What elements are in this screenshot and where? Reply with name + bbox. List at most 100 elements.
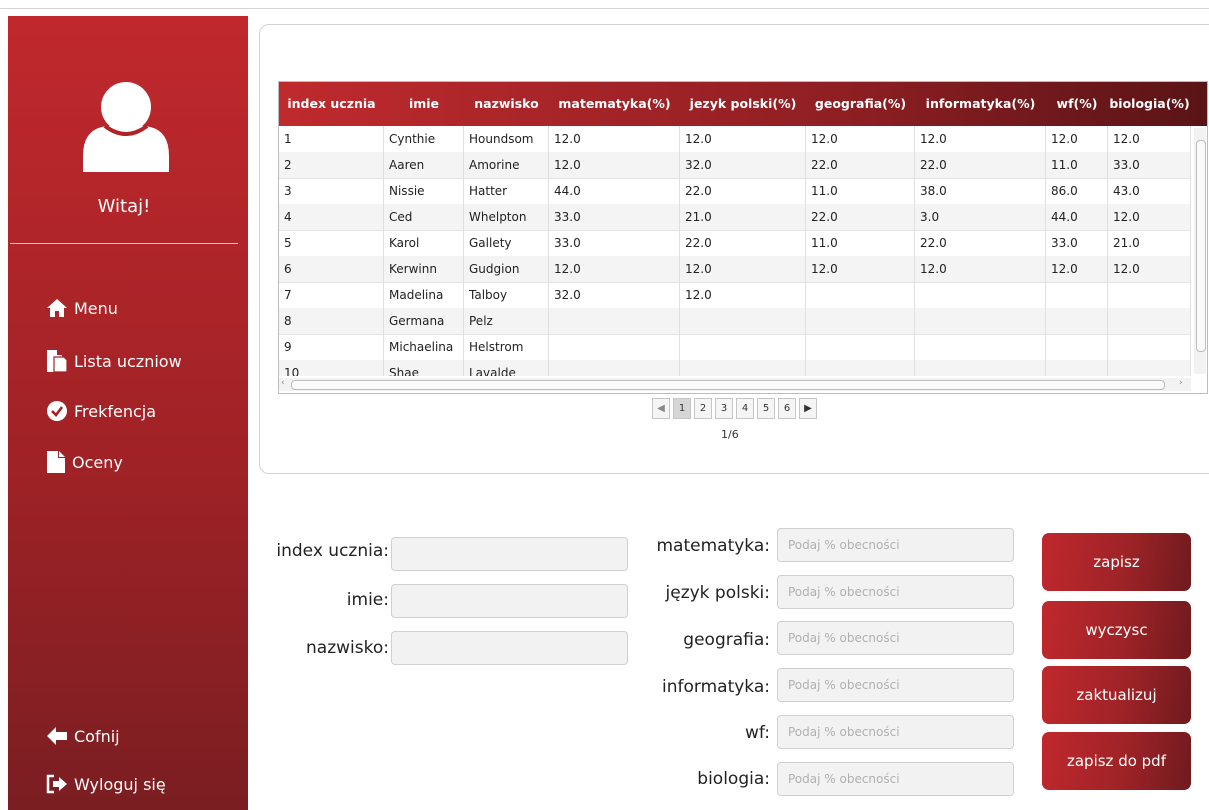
table-cell: 12.0 [680,282,806,308]
informatics-field[interactable] [777,668,1014,702]
page-button[interactable]: 5 [757,398,775,419]
column-header[interactable]: geografia(%) [806,82,915,126]
table-cell: 2 [279,152,384,178]
sidebar-divider [10,243,238,244]
table-row[interactable]: 7 Madelina Talboy 32.0 12.0 [279,282,1191,309]
biology-label: biologia: [697,769,770,789]
check-circle-icon [47,401,67,421]
page-button[interactable]: 4 [736,398,754,419]
table-row[interactable]: 6 Kerwinn Gudgion 12.0 12.0 12.0 12.0 12.0 12.0 [279,256,1191,283]
page-button[interactable]: 6 [778,398,796,419]
polish-field[interactable] [777,575,1014,609]
table-cell: 33.0 [549,230,680,256]
table-row[interactable]: 2 Aaren Amorine 12.0 32.0 22.0 22.0 11.0 33.0 [279,152,1191,179]
table-cell: 12.0 [806,126,915,152]
column-header[interactable]: informatyka(%) [915,82,1046,126]
table-cell: 11.0 [806,230,915,256]
table-cell: 12.0 [680,126,806,152]
column-header[interactable]: wf(%) [1046,82,1108,126]
first-name-label: imie: [346,590,389,610]
table-cell: Houndsom [464,126,549,152]
document-list-icon [47,350,68,373]
table-cell: Germana [384,308,464,334]
column-header[interactable]: index ucznia [279,82,384,126]
column-header[interactable]: imie [384,82,464,126]
back-button[interactable]: Cofnij [46,726,120,746]
save-pdf-button[interactable]: zapisz do pdf [1042,732,1191,790]
column-header[interactable]: matematyka(%) [549,82,680,126]
table-cell: 33.0 [1046,230,1108,256]
table-cell: Amorine [464,152,549,178]
table-cell: 3.0 [915,204,1046,230]
table-cell: 11.0 [1046,152,1108,178]
column-header[interactable]: nazwisko [464,82,549,126]
last-name-field[interactable] [391,631,628,665]
students-table[interactable]: index ucznia imie nazwisko matematyka(%) jez… [278,81,1208,394]
scroll-right-icon[interactable]: › [1179,378,1183,388]
prev-page-icon[interactable]: ◀ [652,398,670,419]
horizontal-scrollbar[interactable]: ‹ › [279,378,1191,391]
column-header[interactable]: biologia(%) [1108,82,1191,126]
table-row[interactable]: 9 Michaelina Helstrom [279,334,1191,361]
table-cell: Gallety [464,230,549,256]
math-label: matematyka: [656,536,771,556]
clear-button[interactable]: wyczysc [1042,601,1191,659]
sidebar-item-grades[interactable]: Oceny [46,450,123,474]
table-cell: Gudgion [464,256,549,282]
table-cell: Madelina [384,282,464,308]
table-cell: 1 [279,126,384,152]
geography-field[interactable] [777,621,1014,655]
table-cell: 12.0 [915,126,1046,152]
page-button[interactable]: 3 [715,398,733,419]
sidebar-item-label: Menu [74,298,118,318]
scrollbar-thumb[interactable] [1196,140,1206,352]
table-cell: 10 [279,360,384,376]
table-row[interactable]: 5 Karol Gallety 33.0 22.0 11.0 22.0 33.0 21.0 [279,230,1191,257]
table-cell [915,360,1046,376]
table-cell [1108,334,1191,360]
home-icon [47,299,67,317]
first-name-field[interactable] [391,584,628,618]
logout-button[interactable]: Wyloguj się [46,774,166,794]
vertical-scrollbar[interactable] [1194,128,1206,374]
table-cell: 3 [279,178,384,204]
last-name-label: nazwisko: [306,638,389,658]
table-row[interactable]: 3 Nissie Hatter 44.0 22.0 11.0 38.0 86.0 43.0 [279,178,1191,205]
table-cell [806,282,915,308]
table-cell: 12.0 [1108,204,1191,230]
index-field[interactable] [391,537,628,571]
table-cell [1046,282,1108,308]
scrollbar-thumb[interactable] [291,380,1165,390]
sidebar-item-menu[interactable]: Menu [46,298,118,318]
table-row[interactable]: 8 Germana Pelz [279,308,1191,335]
table-cell [680,308,806,334]
logout-label: Wyloguj się [74,774,166,794]
math-field[interactable] [777,528,1014,562]
pe-field[interactable] [777,715,1014,749]
next-page-icon[interactable]: ▶ [799,398,817,419]
table-row[interactable]: 10 Shae Lavalde [279,360,1191,376]
page-button[interactable]: 2 [694,398,712,419]
sidebar-item-attendance[interactable]: Frekfencja [46,400,156,422]
table-cell: 38.0 [915,178,1046,204]
save-button[interactable]: zapisz [1042,533,1191,591]
table-cell: 4 [279,204,384,230]
table-cell [1046,308,1108,334]
sidebar-item-label: Oceny [72,452,123,472]
biology-field[interactable] [777,762,1014,796]
table-row[interactable]: 1 Cynthie Houndsom 12.0 12.0 12.0 12.0 12.0 12.0 [279,126,1191,153]
sidebar-item-students-list[interactable]: Lista uczniow [46,349,182,373]
table-body: 1 Cynthie Houndsom 12.0 12.0 12.0 12.0 12.0 12.0… [279,126,1191,376]
table-cell [1108,282,1191,308]
table-cell [1108,308,1191,334]
arrow-left-icon [47,727,67,745]
table-cell: 22.0 [915,152,1046,178]
page-button[interactable]: 1 [673,398,691,419]
scroll-left-icon[interactable]: ‹ [281,378,285,388]
table-row[interactable]: 4 Ced Whelpton 33.0 21.0 22.0 3.0 44.0 12.0 [279,204,1191,231]
update-button[interactable]: zaktualizuj [1042,666,1191,724]
table-cell [806,360,915,376]
file-icon [47,451,65,473]
table-cell: Karol [384,230,464,256]
column-header[interactable]: jezyk polski(%) [680,82,806,126]
